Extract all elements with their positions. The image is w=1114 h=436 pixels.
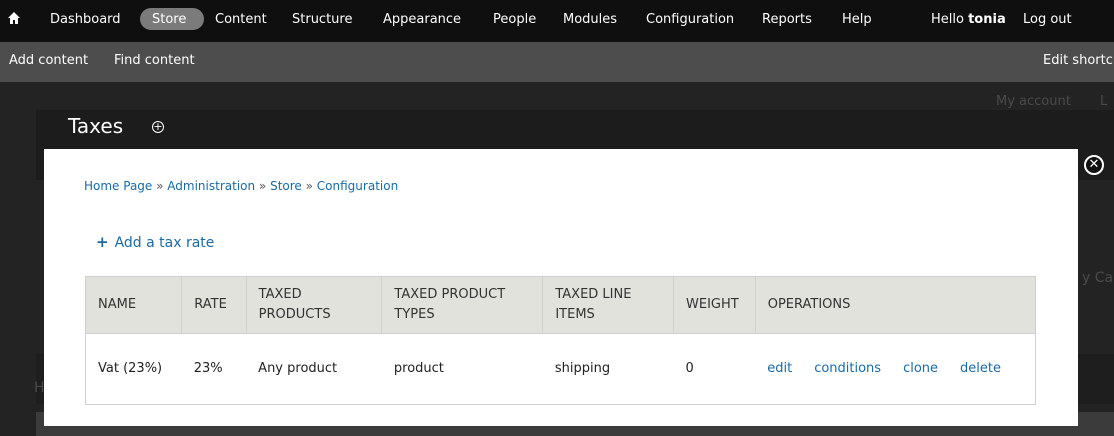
cell-taxed-products: Any product	[246, 333, 382, 405]
cart-partial-text: y Ca	[1082, 270, 1114, 286]
edit-link[interactable]: edit	[767, 361, 792, 376]
admin-toolbar: Dashboard Store Content Structure Appear…	[0, 0, 1114, 42]
find-content-shortcut[interactable]: Find content	[114, 53, 195, 68]
plus-icon: +	[96, 233, 109, 251]
menu-dashboard[interactable]: Dashboard	[50, 12, 121, 27]
page-title: Taxes	[68, 114, 124, 138]
menu-help[interactable]: Help	[842, 12, 872, 27]
cell-rate: 23%	[181, 333, 247, 405]
partial-home-text: H	[34, 380, 45, 396]
column-header-name[interactable]: NAME	[84, 276, 183, 334]
tax-rates-table: NAME RATE TAXED PRODUCTS TAXED PRODUCT T…	[84, 276, 1037, 405]
breadcrumb-administration[interactable]: Administration	[167, 179, 255, 193]
logout-link[interactable]: Log out	[1023, 12, 1072, 27]
column-header-weight[interactable]: WEIGHT	[673, 276, 756, 334]
breadcrumb-separator: »	[301, 179, 317, 193]
cell-taxed-line-items: shipping	[542, 333, 674, 405]
username[interactable]: tonia	[968, 12, 1006, 27]
column-header-taxed-products[interactable]: TAXED PRODUCTS	[245, 276, 383, 334]
delete-link[interactable]: delete	[960, 361, 1001, 376]
cell-weight: 0	[673, 333, 756, 405]
column-header-operations: OPERATIONS	[754, 276, 1037, 334]
menu-store[interactable]: Store	[152, 12, 186, 27]
home-icon[interactable]	[8, 12, 20, 28]
add-content-shortcut[interactable]: Add content	[9, 53, 88, 68]
column-header-taxed-product-types[interactable]: TAXED PRODUCT TYPES	[381, 276, 544, 334]
shortcuts-bar: Add content Find content Edit shortc	[0, 42, 1114, 82]
edit-shortcuts-link[interactable]: Edit shortc	[1043, 53, 1113, 68]
menu-reports[interactable]: Reports	[762, 12, 812, 27]
overlay-dialog: Home Page » Administration » Store » Con…	[44, 149, 1078, 426]
column-header-taxed-line-items[interactable]: TAXED LINE ITEMS	[542, 276, 675, 334]
table-row: Vat (23%) 23% Any product product shippi…	[85, 333, 1036, 405]
breadcrumb-store[interactable]: Store	[270, 179, 302, 193]
conditions-link[interactable]: conditions	[814, 361, 881, 376]
greeting-text: Hello	[931, 12, 969, 27]
table-header-row: NAME RATE TAXED PRODUCTS TAXED PRODUCT T…	[84, 276, 1037, 334]
partial-link[interactable]: L	[1100, 94, 1107, 109]
my-account-link[interactable]: My account	[996, 94, 1071, 109]
cell-operations: edit conditions clone delete	[755, 333, 1036, 405]
menu-appearance[interactable]: Appearance	[383, 12, 461, 27]
menu-people[interactable]: People	[493, 12, 536, 27]
add-tax-rate-action[interactable]: + Add a tax rate	[96, 233, 214, 251]
cell-name: Vat (23%)	[85, 333, 182, 405]
breadcrumb-separator: »	[152, 179, 168, 193]
breadcrumb: Home Page » Administration » Store » Con…	[84, 179, 398, 193]
clone-link[interactable]: clone	[903, 361, 938, 376]
menu-modules[interactable]: Modules	[563, 12, 617, 27]
add-tax-rate-label[interactable]: Add a tax rate	[115, 235, 215, 251]
menu-configuration[interactable]: Configuration	[646, 12, 734, 27]
user-greeting: Hello tonia	[931, 12, 1006, 27]
breadcrumb-home[interactable]: Home Page	[84, 179, 152, 193]
breadcrumb-configuration[interactable]: Configuration	[317, 179, 398, 193]
cell-taxed-product-types: product	[381, 333, 543, 405]
breadcrumb-separator: »	[255, 179, 271, 193]
close-overlay-icon[interactable]: ✕	[1084, 155, 1104, 175]
column-header-rate[interactable]: RATE	[181, 276, 247, 334]
menu-content[interactable]: Content	[215, 12, 267, 27]
add-shortcut-icon[interactable]: +	[152, 121, 164, 133]
menu-structure[interactable]: Structure	[292, 12, 352, 27]
